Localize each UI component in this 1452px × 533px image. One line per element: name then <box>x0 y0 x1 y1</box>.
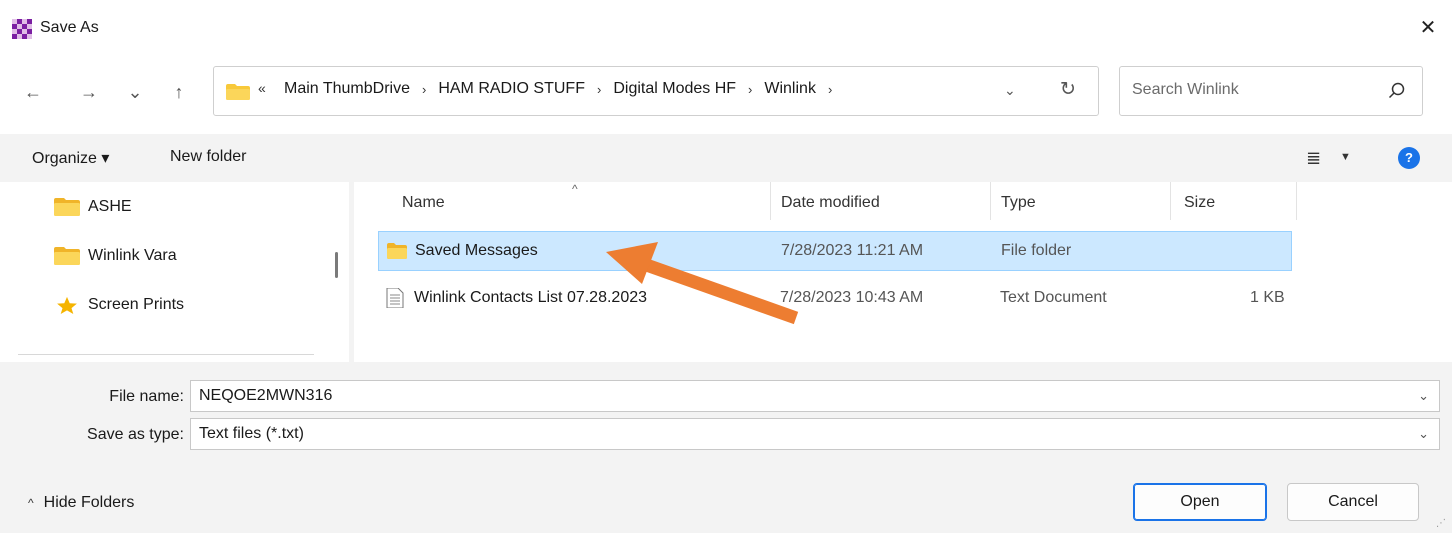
chevron-right-icon[interactable]: › <box>748 82 752 97</box>
sort-ascending-icon: ^ <box>572 182 578 196</box>
arrow-right-icon: → <box>80 82 98 102</box>
refresh-icon[interactable]: ↻ <box>1060 78 1076 101</box>
table-row[interactable]: Saved Messages 7/28/2023 11:21 AM File f… <box>378 231 1292 271</box>
chevron-up-icon: ^ <box>28 496 34 510</box>
title-bar: Save As ✕ <box>0 0 1452 52</box>
hide-folders-label: Hide Folders <box>43 494 135 511</box>
new-folder-button[interactable]: New folder <box>170 148 246 166</box>
save-as-type-label: Save as type: <box>87 426 184 443</box>
column-divider[interactable] <box>990 182 991 220</box>
search-input[interactable]: Search Winlink <box>1132 81 1239 99</box>
forward-button[interactable]: → <box>74 80 104 104</box>
file-name-field[interactable]: NEQOE2MWN316 ⌄ <box>190 380 1440 412</box>
chevron-down-icon[interactable]: ⌄ <box>1418 388 1429 404</box>
address-bar[interactable]: « Main ThumbDrive › HAM RADIO STUFF › Di… <box>213 66 1099 116</box>
file-list: ^ Name Date modified Type Size Saved Mes… <box>354 182 1452 362</box>
view-dropdown-icon[interactable]: ▼ <box>1340 151 1351 163</box>
back-button[interactable]: ← <box>18 80 48 104</box>
folder-icon <box>387 243 407 259</box>
file-date-modified: 7/28/2023 11:21 AM <box>781 242 924 259</box>
file-type: Text Document <box>1000 289 1107 306</box>
overflow-chevron-icon[interactable]: « <box>258 80 266 96</box>
file-name-input[interactable]: NEQOE2MWN316 <box>199 387 332 405</box>
organize-button[interactable]: Organize ▾ <box>32 148 109 168</box>
text-document-icon <box>386 288 404 308</box>
column-divider[interactable] <box>770 182 771 220</box>
chevron-down-icon[interactable]: ⌄ <box>1418 426 1429 442</box>
sidebar-item-label: Winlink Vara <box>88 247 177 264</box>
column-header-size[interactable]: Size <box>1184 194 1215 212</box>
arrow-up-icon: ↑ <box>174 82 184 102</box>
table-row[interactable]: Winlink Contacts List 07.28.2023 7/28/20… <box>378 279 1292 319</box>
column-header-date-modified[interactable]: Date modified <box>781 194 880 212</box>
star-icon <box>57 296 77 314</box>
file-name-label: File name: <box>109 388 184 405</box>
file-size: 1 KB <box>1250 289 1285 306</box>
navigation-scrollbar[interactable] <box>335 252 338 278</box>
navigation-pane: ASHE Winlink Vara Screen Prints <box>0 182 349 362</box>
breadcrumb: Main ThumbDrive › HAM RADIO STUFF › Digi… <box>282 80 842 98</box>
sidebar-item-ashe[interactable]: ASHE <box>54 192 132 222</box>
view-options-icon[interactable]: ≣ <box>1306 148 1321 169</box>
up-button[interactable]: ↑ <box>164 80 194 104</box>
breadcrumb-main-thumbdrive[interactable]: Main ThumbDrive <box>282 80 412 98</box>
save-as-type-select[interactable]: Text files (*.txt) ⌄ <box>190 418 1440 450</box>
column-divider[interactable] <box>1296 182 1297 220</box>
breadcrumb-winlink[interactable]: Winlink <box>762 80 818 98</box>
arrow-left-icon: ← <box>24 82 42 102</box>
breadcrumb-ham-radio-stuff[interactable]: HAM RADIO STUFF <box>436 80 587 98</box>
column-header-type[interactable]: Type <box>1001 194 1036 212</box>
close-icon: ✕ <box>1419 17 1437 39</box>
chevron-right-icon[interactable]: › <box>828 82 832 97</box>
chevron-down-icon: ⌄ <box>127 82 143 102</box>
file-date-modified: 7/28/2023 10:43 AM <box>780 289 924 306</box>
file-type: File folder <box>1001 242 1072 259</box>
address-history-dropdown-icon[interactable]: ⌄ <box>1004 82 1016 99</box>
app-checker-icon <box>12 19 32 39</box>
open-button[interactable]: Open <box>1133 483 1267 521</box>
breadcrumb-digital-modes-hf[interactable]: Digital Modes HF <box>611 80 738 98</box>
divider <box>18 354 314 355</box>
column-header-name[interactable]: Name <box>402 194 445 212</box>
file-name: Winlink Contacts List 07.28.2023 <box>414 289 648 306</box>
save-form: File name: NEQOE2MWN316 ⌄ Save as type: … <box>0 362 1452 533</box>
column-divider[interactable] <box>1170 182 1171 220</box>
sidebar-item-label: Screen Prints <box>88 296 185 313</box>
folder-icon <box>226 84 250 100</box>
help-icon[interactable]: ? <box>1398 147 1420 169</box>
sidebar-item-winlink-vara[interactable]: Winlink Vara <box>54 241 177 271</box>
hide-folders-button[interactable]: ^ Hide Folders <box>28 494 134 512</box>
search-icon[interactable] <box>1388 82 1406 100</box>
command-bar: Organize ▾ New folder ≣ ▼ ? <box>0 134 1452 182</box>
search-box[interactable]: Search Winlink <box>1119 66 1423 116</box>
cancel-button[interactable]: Cancel <box>1287 483 1419 521</box>
resize-grip-icon[interactable]: ⋰ <box>1436 518 1446 529</box>
chevron-right-icon[interactable]: › <box>422 82 426 97</box>
chevron-right-icon[interactable]: › <box>597 82 601 97</box>
file-name: Saved Messages <box>415 242 538 259</box>
save-as-type-value[interactable]: Text files (*.txt) <box>199 425 304 443</box>
window-title: Save As <box>40 19 99 36</box>
folder-icon <box>54 247 80 265</box>
recent-locations-button[interactable]: ⌄ <box>120 80 150 104</box>
close-button[interactable]: ✕ <box>1404 8 1452 48</box>
navigation-bar: ← → ⌄ ↑ « Main ThumbDrive › HAM RADIO ST… <box>0 52 1452 134</box>
sidebar-item-screen-prints[interactable]: Screen Prints <box>54 290 184 320</box>
folder-icon <box>54 198 80 216</box>
sidebar-item-label: ASHE <box>88 198 132 215</box>
